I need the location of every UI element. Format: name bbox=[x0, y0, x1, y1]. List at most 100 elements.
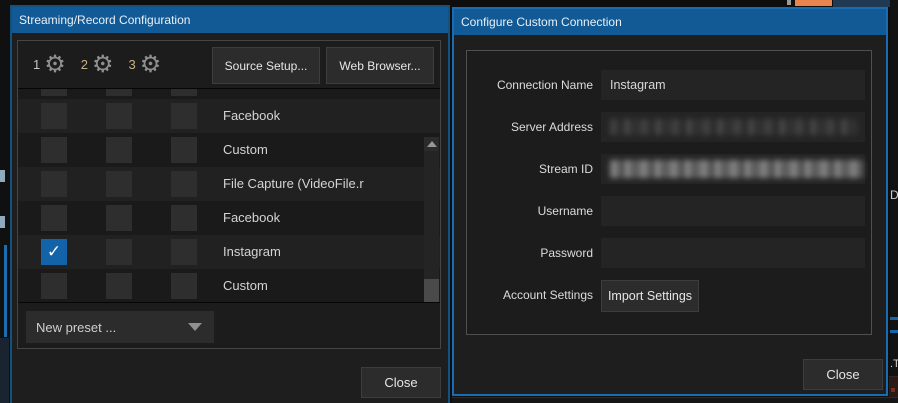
background-text-fragment: D bbox=[890, 188, 898, 202]
destination-gear[interactable]: 2 ⚙ bbox=[81, 53, 114, 77]
preset-list-row[interactable]: File Capture (VideoFile.r bbox=[18, 167, 440, 201]
checkbox-destination-1[interactable] bbox=[41, 137, 67, 163]
password-label: Password bbox=[467, 246, 593, 260]
form-field-row: Account Settings Import Settings bbox=[467, 280, 871, 310]
checkbox-destination-1[interactable] bbox=[41, 273, 67, 299]
checkbox-destination-2[interactable] bbox=[106, 103, 132, 129]
preset-list-row[interactable]: Custom bbox=[18, 133, 440, 167]
checkbox-destination-1[interactable]: ✓ bbox=[41, 239, 67, 265]
destination-number: 2 bbox=[81, 57, 88, 72]
checkbox-destination-3[interactable] bbox=[171, 103, 197, 129]
stream-id-input[interactable] bbox=[601, 154, 865, 184]
field-control bbox=[601, 196, 871, 226]
gear-icon[interactable]: ⚙ bbox=[92, 53, 114, 77]
right-window-title: Configure Custom Connection bbox=[461, 15, 622, 29]
background-fragment bbox=[891, 388, 895, 392]
left-close-button[interactable]: Close bbox=[361, 367, 441, 398]
server-address-input[interactable] bbox=[601, 112, 865, 142]
background-fragment bbox=[0, 338, 9, 403]
checkbox-destination-2[interactable] bbox=[106, 239, 132, 265]
username-label: Username bbox=[467, 204, 593, 218]
preset-row-label: Facebook bbox=[223, 99, 280, 133]
right-close-button[interactable]: Close bbox=[803, 359, 883, 390]
connection-form-panel: Connection Name Instagram Server Address… bbox=[466, 50, 872, 335]
list-scrollbar[interactable] bbox=[424, 137, 439, 303]
checkbox-destination-3[interactable] bbox=[171, 137, 197, 163]
field-control bbox=[601, 238, 871, 268]
username-input[interactable] bbox=[601, 196, 865, 226]
gear-icon[interactable]: ⚙ bbox=[44, 53, 66, 77]
stream-id-redacted-value bbox=[610, 160, 864, 178]
field-control: Instagram bbox=[601, 70, 871, 100]
server-address-label: Server Address bbox=[467, 120, 593, 134]
checkbox-destination-2[interactable] bbox=[106, 137, 132, 163]
connection-name-input[interactable]: Instagram bbox=[601, 70, 865, 100]
destination-gear-row: 1 ⚙ 2 ⚙ 3 ⚙ Source Setup... Web Browser.… bbox=[18, 41, 440, 88]
preset-row-label: Instagram bbox=[223, 235, 281, 269]
password-input[interactable] bbox=[601, 238, 865, 268]
left-window-titlebar[interactable]: Streaming/Record Configuration bbox=[12, 7, 448, 33]
background-blue-border-fragment bbox=[4, 245, 7, 337]
right-window-titlebar[interactable]: Configure Custom Connection bbox=[454, 9, 886, 35]
preset-list-row[interactable]: Facebook bbox=[18, 99, 440, 133]
checkbox-partial bbox=[171, 89, 197, 96]
background-blue-border-fragment bbox=[890, 317, 898, 320]
right-window-content: Connection Name Instagram Server Address… bbox=[454, 35, 886, 394]
server-address-redacted-value bbox=[610, 119, 858, 135]
web-browser-button[interactable]: Web Browser... bbox=[326, 47, 434, 84]
new-preset-dropdown-value: New preset ... bbox=[26, 320, 188, 335]
field-control: Import Settings bbox=[601, 280, 871, 310]
form-field-row: Password bbox=[467, 238, 871, 268]
import-settings-button[interactable]: Import Settings bbox=[601, 280, 699, 312]
destination-number: 3 bbox=[129, 57, 136, 72]
form-field-row: Username bbox=[467, 196, 871, 226]
checkbox-destination-3[interactable] bbox=[171, 171, 197, 197]
account-settings-label: Account Settings bbox=[467, 288, 593, 302]
left-window-title: Streaming/Record Configuration bbox=[19, 13, 190, 27]
preset-row-label: File Capture (VideoFile.r bbox=[223, 167, 364, 201]
preset-row-label: Custom bbox=[223, 133, 268, 167]
scroll-up-icon[interactable] bbox=[424, 137, 439, 151]
background-orange-fragment bbox=[795, 0, 832, 6]
background-text-fragment: .T bbox=[890, 358, 898, 370]
background-blue-border-fragment bbox=[890, 330, 898, 333]
chevron-down-icon bbox=[188, 323, 202, 331]
preset-list-row[interactable]: Custom bbox=[18, 269, 440, 303]
checkbox-destination-2[interactable] bbox=[106, 171, 132, 197]
new-preset-dropdown[interactable]: New preset ... bbox=[26, 311, 214, 343]
destination-number: 1 bbox=[33, 57, 40, 72]
form-field-row: Server Address bbox=[467, 112, 871, 142]
source-setup-button[interactable]: Source Setup... bbox=[212, 47, 320, 84]
preset-row-label: Facebook bbox=[223, 201, 280, 235]
stream-id-label: Stream ID bbox=[467, 162, 593, 176]
list-row-partial bbox=[18, 89, 440, 99]
checkbox-destination-3[interactable] bbox=[171, 239, 197, 265]
checkbox-partial bbox=[106, 89, 132, 96]
checkbox-partial bbox=[41, 89, 67, 96]
list-rows-container: Facebook Custom File Capture (VideoFile.… bbox=[18, 99, 440, 303]
streaming-record-configuration-window: Streaming/Record Configuration 1 ⚙ 2 ⚙ 3… bbox=[10, 5, 450, 403]
gear-items: 1 ⚙ 2 ⚙ 3 ⚙ bbox=[18, 53, 161, 77]
destination-gear[interactable]: 3 ⚙ bbox=[129, 53, 162, 77]
left-window-content: 1 ⚙ 2 ⚙ 3 ⚙ Source Setup... Web Browser.… bbox=[12, 33, 448, 403]
field-control bbox=[601, 112, 871, 142]
connection-name-value: Instagram bbox=[610, 78, 666, 92]
background-fragment bbox=[0, 216, 5, 228]
connection-name-label: Connection Name bbox=[467, 78, 593, 92]
gear-icon[interactable]: ⚙ bbox=[140, 53, 162, 77]
checkbox-destination-3[interactable] bbox=[171, 273, 197, 299]
checkbox-destination-3[interactable] bbox=[171, 205, 197, 231]
preset-list-row[interactable]: Facebook bbox=[18, 201, 440, 235]
checkbox-destination-1[interactable] bbox=[41, 171, 67, 197]
checkbox-destination-1[interactable] bbox=[41, 205, 67, 231]
preset-list[interactable]: Facebook Custom File Capture (VideoFile.… bbox=[18, 88, 440, 303]
scrollbar-thumb[interactable] bbox=[424, 279, 439, 303]
background-bottom-strip bbox=[452, 397, 898, 403]
field-control bbox=[601, 154, 871, 184]
checkbox-destination-1[interactable] bbox=[41, 103, 67, 129]
checkbox-destination-2[interactable] bbox=[106, 273, 132, 299]
preset-list-row[interactable]: ✓ Instagram bbox=[18, 235, 440, 269]
form-field-row: Stream ID bbox=[467, 154, 871, 184]
checkbox-destination-2[interactable] bbox=[106, 205, 132, 231]
destination-gear[interactable]: 1 ⚙ bbox=[33, 53, 66, 77]
